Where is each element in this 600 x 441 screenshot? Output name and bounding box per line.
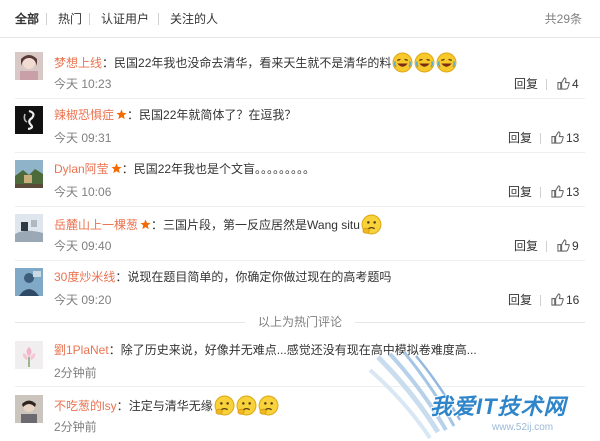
- comment-text: 民国22年就简体了？在逗我？: [139, 108, 297, 122]
- action-separator: [546, 241, 547, 252]
- row-divider: [15, 386, 585, 387]
- row-divider: [15, 260, 585, 261]
- like-button[interactable]: 13: [551, 130, 579, 146]
- comment-time: 2分钟前: [54, 366, 97, 380]
- comment-line: 梦想上线：民国22年我也没命去清华，看来天生就不是清华的料: [54, 52, 457, 73]
- thinking-emoji-icon: [236, 395, 257, 416]
- like-button[interactable]: 4: [557, 76, 579, 92]
- avatar[interactable]: [15, 52, 43, 80]
- comment-line: 岳麓山上一棵葱 ：三国片段，第一反应居然是Wang situ: [54, 214, 382, 235]
- like-button[interactable]: 9: [557, 238, 579, 254]
- comment-line: 不吃葱的lsy：注定与清华无缘: [54, 395, 279, 416]
- comment-text: 说现在题目简单的，你确定你做过现在的高考题吗: [127, 270, 392, 284]
- comment-text: 民国22年我也是个文盲。。。。。。。。。: [133, 162, 316, 176]
- divider-line: [355, 322, 585, 323]
- tab-separator: [46, 13, 47, 25]
- comment-time: 今天 10:06: [54, 185, 112, 199]
- comment-time: 今天 09:31: [54, 131, 112, 145]
- thumbs-up-icon: [551, 131, 564, 144]
- verified-star-icon: [111, 163, 122, 174]
- comment-time: 今天 09:20: [54, 293, 112, 307]
- like-count: 13: [566, 185, 580, 199]
- like-count: 9: [572, 239, 579, 253]
- row-divider: [15, 206, 585, 207]
- comment-line: 劉1PlaNet：除了历史来说，好像并无难点...感觉还没有现在高中模拟卷难度高…: [54, 343, 477, 357]
- comment-text: 民国22年我也没命去清华，看来天生就不是清华的料: [114, 56, 392, 70]
- reply-button[interactable]: 回复: [508, 292, 532, 308]
- watermark-text: 我爱IT技术网: [430, 394, 567, 419]
- action-separator: [540, 133, 541, 144]
- verified-star-icon: [140, 219, 151, 230]
- laugh-cry-emoji-icon: [414, 52, 435, 73]
- thinking-emoji-icon: [361, 214, 382, 235]
- comment-time: 今天 09:40: [54, 239, 112, 253]
- action-separator: [540, 295, 541, 306]
- reply-button[interactable]: 回复: [508, 130, 532, 146]
- comment-filter-tabs: 全部 热门 认证用户 关注的人 共29条: [0, 0, 600, 38]
- avatar[interactable]: [15, 268, 43, 296]
- reply-button[interactable]: 回复: [508, 184, 532, 200]
- wing-logo-icon: [368, 352, 462, 440]
- comment-line: 30度炒米线：说现在题目简单的，你确定你做过现在的高考题吗: [54, 270, 392, 284]
- reply-button[interactable]: 回复: [514, 238, 538, 254]
- username-link[interactable]: 劉1PlaNet: [54, 343, 109, 357]
- thinking-emoji-icon: [214, 395, 235, 416]
- username-link[interactable]: Dylan阿莹: [54, 162, 109, 176]
- comment-text: 三国片段，第一反应居然是Wang situ: [163, 218, 360, 232]
- reply-button[interactable]: 回复: [514, 76, 538, 92]
- username-link[interactable]: 梦想上线: [54, 56, 102, 70]
- laugh-cry-emoji-icon: [436, 52, 457, 73]
- thumbs-up-icon: [551, 293, 564, 306]
- comment-line: 辣椒恐惧症 ：民国22年就简体了？在逗我？: [54, 108, 297, 122]
- thumbs-up-icon: [557, 77, 570, 90]
- comment-time: 2分钟前: [54, 420, 97, 434]
- watermark-url: www.52ij.com: [492, 422, 554, 433]
- tab-hot[interactable]: 热门: [58, 11, 82, 27]
- verified-star-icon: [116, 109, 127, 120]
- thumbs-up-icon: [551, 185, 564, 198]
- avatar[interactable]: [15, 395, 43, 423]
- action-separator: [546, 79, 547, 90]
- tab-separator: [89, 13, 90, 25]
- tab-verified-users[interactable]: 认证用户: [101, 11, 149, 27]
- username-link[interactable]: 30度炒米线: [54, 270, 115, 284]
- row-divider: [15, 152, 585, 153]
- like-count: 13: [566, 131, 580, 145]
- like-count: 4: [572, 77, 579, 91]
- thinking-emoji-icon: [258, 395, 279, 416]
- like-button[interactable]: 16: [551, 292, 579, 308]
- tab-all[interactable]: 全部: [15, 11, 39, 27]
- avatar[interactable]: [15, 106, 43, 134]
- username-link[interactable]: 不吃葱的lsy: [54, 399, 117, 413]
- action-separator: [540, 187, 541, 198]
- row-divider: [15, 98, 585, 99]
- like-count: 16: [566, 293, 580, 307]
- comment-text: 除了历史来说，好像并无难点...感觉还没有现在高中模拟卷难度高...: [120, 343, 477, 357]
- avatar[interactable]: [15, 160, 43, 188]
- comment-text: 注定与清华无缘: [128, 399, 213, 413]
- site-watermark: 我爱IT技术网 www.52ij.com: [368, 352, 600, 441]
- username-link[interactable]: 岳麓山上一棵葱: [54, 218, 138, 232]
- laugh-cry-emoji-icon: [392, 52, 413, 73]
- avatar[interactable]: [15, 341, 43, 369]
- tab-separator: [158, 13, 159, 25]
- total-count: 共29条: [544, 12, 582, 26]
- tab-following[interactable]: 关注的人: [170, 11, 218, 27]
- avatar[interactable]: [15, 214, 43, 242]
- username-link[interactable]: 辣椒恐惧症: [54, 108, 114, 122]
- thumbs-up-icon: [557, 239, 570, 252]
- comment-line: Dylan阿莹 ：民国22年我也是个文盲。。。。。。。。。: [54, 162, 316, 176]
- comment-time: 今天 10:23: [54, 77, 112, 91]
- like-button[interactable]: 13: [551, 184, 579, 200]
